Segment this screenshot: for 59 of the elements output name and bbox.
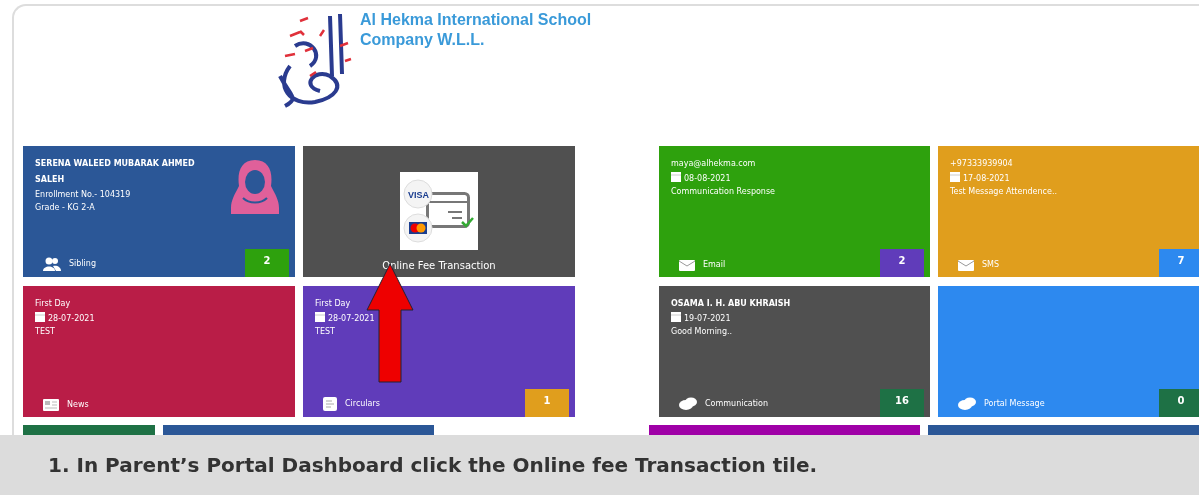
tile-title: OSAMA I. H. ABU KHRAISH [671,298,792,310]
grade-text: Grade - KG 2-A [35,202,96,214]
date-text: 28-07-2021 [48,314,95,323]
tile-label: News [67,399,89,411]
count-badge: 1 [525,389,569,417]
tile-title: First Day [315,298,352,310]
count-badge: 2 [245,249,289,277]
mastercard-logo-icon [403,213,433,243]
tile-label: Circulars [345,398,380,410]
dashboard-tile[interactable]: First Day 28-07-2021 TEST Circulars 1 [303,286,575,417]
tile-title: First Day [35,298,72,310]
message-text: TEST [35,326,56,338]
message-text: Good Morning.. [671,326,734,338]
newspaper-icon [43,399,59,411]
avatar-silhouette-icon [229,158,281,214]
document-icon [323,397,337,411]
count-badge: 2 [880,249,924,277]
date-text: 08-08-2021 [684,174,731,183]
logo-circle [403,179,433,209]
date-text: 28-07-2021 [328,314,375,323]
dashboard-tile[interactable]: First Day 28-07-2021 TEST News [23,286,295,417]
count-badge: 16 [880,389,924,417]
tile-label: SMS [982,259,1000,271]
envelope-icon [679,259,695,271]
dashboard-tile[interactable]: maya@alhekma.com 08-08-2021 Communication Response Email 2 [659,146,930,277]
student-name: SERENA WALEED MUBARAK AHMED SALEH [35,158,196,186]
date-text: 17-08-2021 [963,174,1010,183]
student-tile[interactable]: SERENA WALEED MUBARAK AHMED SALEH Enrollment No.- 104319 Grade - KG 2-A Sibling 2 [23,146,295,277]
company-name: Company W.L.L. [360,30,486,50]
tile-label: Portal Message [984,398,1045,410]
chat-bubbles-icon [679,397,697,411]
envelope-icon [958,259,974,271]
calendar-icon [671,172,681,182]
message-text: Test Message Attendence.. [950,186,1058,198]
tile-title: maya@alhekma.com [671,158,757,170]
tile-label: Online Fee Transaction [382,259,496,273]
tile-title: +97333939904 [950,158,1014,170]
count-badge: 7 [1159,249,1199,277]
calendar-icon [35,312,45,322]
dashboard-tile[interactable]: Portal Message 0 [938,286,1199,417]
dashboard-tile[interactable]: OSAMA I. H. ABU KHRAISH 19-07-2021 Good Morning.. Communication 16 [659,286,930,417]
enrollment-text: Enrollment No.- 104319 [35,189,132,201]
calendar-icon [950,172,960,182]
count-badge: 0 [1159,389,1199,417]
visa-text: VISA [408,190,429,200]
chat-bubbles-icon [958,397,976,411]
calendar-icon [315,312,325,322]
dashboard-tile[interactable]: +97333939904 17-08-2021 Test Message Attendence.. SMS 7 [938,146,1199,277]
message-text: Communication Response [671,186,777,198]
tile-label: Sibling [69,258,96,270]
date-text: 19-07-2021 [684,314,731,323]
tile-label: Email [703,259,726,271]
calendar-icon [671,312,681,322]
message-text: TEST [315,326,336,338]
school-name: Al Hekma International School [360,10,592,30]
people-icon [43,257,61,271]
tile-label: Communication [705,398,769,410]
instruction-caption: 1. In Parent’s Portal Dashboard click the Online fee Transaction tile. [48,452,818,479]
online-fee-tile[interactable]: VISA Online Fee Transaction [303,146,575,277]
